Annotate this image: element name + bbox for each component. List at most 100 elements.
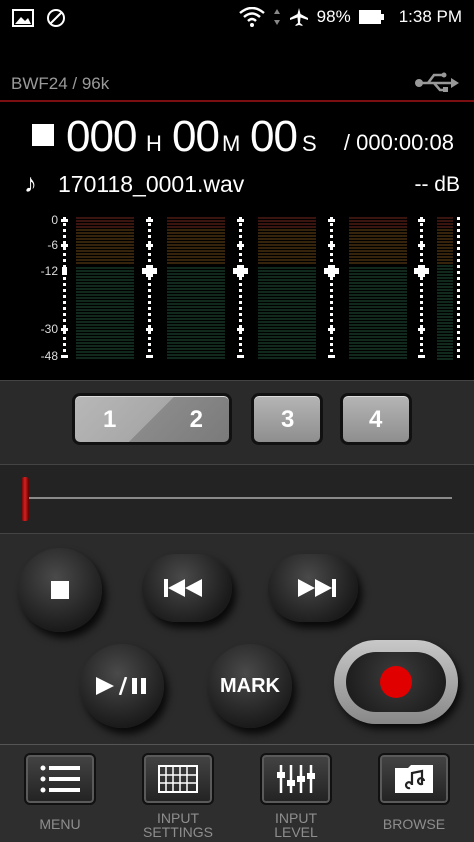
usb-icon	[415, 72, 459, 92]
meter-segment	[258, 270, 316, 272]
meter-scale-dot	[63, 229, 66, 232]
meter-segment	[258, 279, 316, 281]
meter-segment	[349, 309, 407, 311]
skip-forward-button[interactable]	[268, 554, 358, 622]
meter-segment	[167, 354, 225, 356]
meter-segment	[437, 313, 453, 315]
meter-segment	[76, 241, 134, 243]
meter-tick	[61, 328, 68, 331]
meter-scale-dot	[63, 289, 66, 292]
meter-tick	[328, 328, 335, 331]
position-handle[interactable]	[21, 477, 29, 521]
recording-format-header: BWF24 / 96k	[0, 66, 474, 102]
meter-scale-dot	[457, 277, 460, 280]
meter-segment	[437, 241, 453, 243]
meter-segment	[167, 229, 225, 231]
meter-scale-dot	[457, 343, 460, 346]
meter-segment	[76, 256, 134, 258]
meter-segment	[76, 297, 134, 299]
meter-scale-dot	[239, 313, 242, 316]
meter-segment	[349, 259, 407, 261]
meter-scale-dot	[63, 319, 66, 322]
nav-menu[interactable]: MENU	[12, 753, 108, 831]
meter-segment	[258, 309, 316, 311]
meter-scale-dot	[239, 241, 242, 244]
meter-segment	[349, 220, 407, 222]
record-button[interactable]	[334, 640, 458, 724]
meter-segment	[349, 276, 407, 278]
meter-segment	[167, 226, 225, 228]
mark-button[interactable]: MARK	[208, 644, 292, 728]
meter-segment	[258, 244, 316, 246]
meter-segment	[76, 217, 134, 219]
meter-segment	[437, 331, 453, 333]
meter-segment	[349, 270, 407, 272]
meter-tick	[328, 244, 335, 247]
meter-tick	[418, 219, 425, 222]
meter-segment	[76, 270, 134, 272]
meter-segment	[258, 217, 316, 219]
meter-segment	[349, 333, 407, 335]
meter-segment	[349, 351, 407, 353]
meter-segment	[167, 303, 225, 305]
meter-segment	[349, 294, 407, 296]
meter-scale-dot	[457, 319, 460, 322]
play-pause-button[interactable]	[80, 644, 164, 728]
channel-4-button[interactable]: 4	[340, 393, 412, 445]
meter-segment	[437, 334, 453, 336]
meter-segment	[76, 267, 134, 269]
meter-segment	[258, 253, 316, 255]
browse-folder-icon	[395, 765, 433, 793]
meter-segment	[76, 285, 134, 287]
browse-button[interactable]	[378, 753, 450, 805]
meter-segment	[76, 259, 134, 261]
meter-scale-dot	[63, 223, 66, 226]
meter-segment	[76, 354, 134, 356]
meter-segment	[349, 345, 407, 347]
meter-scale-dot	[457, 337, 460, 340]
channel-1-2-button[interactable]: 1 2	[72, 393, 232, 445]
meter-scale-dot	[239, 253, 242, 256]
nav-input-level[interactable]: INPUT LEVEL	[248, 753, 344, 839]
counter-minutes: 00	[172, 112, 220, 161]
meter-scale-dot	[239, 277, 242, 280]
meter-segment	[349, 291, 407, 293]
meter-segment	[76, 324, 134, 326]
meter-scale-dot	[420, 283, 423, 286]
meter-scale-dot	[420, 229, 423, 232]
channel-3-button[interactable]: 3	[251, 393, 323, 445]
meter-segment	[437, 259, 453, 261]
menu-button[interactable]	[24, 753, 96, 805]
meter-scale-dot	[330, 295, 333, 298]
channel-selector-bar: 1 2 3 4	[0, 380, 474, 464]
nav-input-settings[interactable]: INPUT SETTINGS	[130, 753, 226, 839]
stop-button[interactable]	[18, 548, 102, 632]
meter-scale-dot	[420, 253, 423, 256]
meter-segment	[437, 322, 453, 324]
meter-segment	[167, 318, 225, 320]
meter-segment	[167, 250, 225, 252]
total-time: / 000:00:08	[343, 130, 454, 155]
input-level-button[interactable]	[260, 753, 332, 805]
meter-segment	[349, 318, 407, 320]
meter-segment	[76, 312, 134, 314]
input-settings-button[interactable]	[142, 753, 214, 805]
meter-segment	[76, 342, 134, 344]
position-track[interactable]	[24, 497, 452, 499]
meter-scale-dot	[457, 271, 460, 274]
channel-1-label: 1	[103, 406, 117, 433]
menu-list-icon	[40, 765, 80, 793]
meter-segment	[258, 357, 316, 359]
skip-back-button[interactable]	[142, 554, 232, 622]
channel-3-label: 3	[281, 406, 295, 433]
meter-scale-dot	[330, 349, 333, 352]
meter-scale-dot	[148, 229, 151, 232]
meter-scale-dot	[63, 253, 66, 256]
nav-browse[interactable]: BROWSE	[366, 753, 462, 831]
meter-segment	[437, 325, 453, 327]
meter-scale-dot	[457, 313, 460, 316]
meter-segment	[258, 273, 316, 275]
meter-segment	[437, 298, 453, 300]
meter-segment	[349, 312, 407, 314]
meter-segment	[437, 289, 453, 291]
